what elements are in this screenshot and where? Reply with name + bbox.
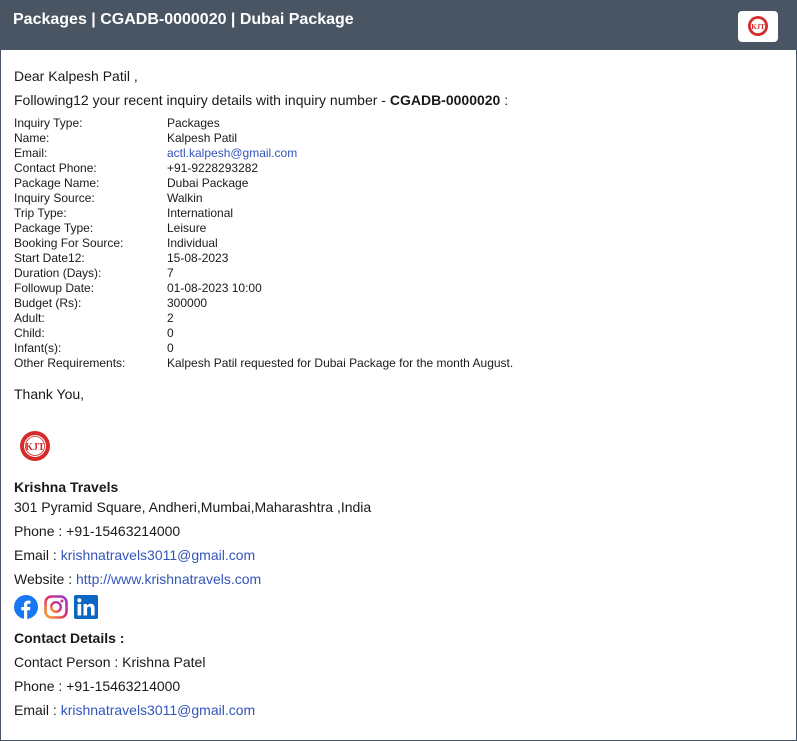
intro-suffix: :	[500, 92, 509, 108]
detail-row: Budget (Rs): 300000	[14, 296, 513, 311]
detail-row: Child: 0	[14, 326, 513, 341]
detail-row: Other Requirements: Kalpesh Patil request…	[14, 356, 513, 371]
company-phone: +91-15463214000	[66, 523, 181, 539]
company-website-label: Website :	[14, 571, 76, 587]
detail-row: Package Type: Leisure	[14, 221, 513, 236]
company-name: Krishna Travels	[14, 479, 119, 495]
detail-value: International	[167, 206, 234, 220]
detail-value: 7	[167, 266, 174, 280]
detail-row: Followup Date: 01-08-2023 10:00	[14, 281, 513, 296]
detail-value: 2	[167, 311, 174, 325]
logo-text: KJT	[25, 442, 45, 453]
detail-label: Followup Date:	[14, 281, 95, 295]
contact-details-title: Contact Details :	[14, 630, 125, 646]
contact-person-label: Contact Person :	[14, 654, 123, 670]
inquiry-number: CGADB-0000020	[389, 92, 501, 108]
contact-person: Krishna Patel	[122, 654, 206, 670]
detail-value: 0	[167, 341, 174, 355]
email-frame: Packages | CGADB-0000020 | Dubai Package…	[0, 0, 797, 741]
header-title: Packages | CGADB-0000020 | Dubai Package	[13, 11, 354, 28]
detail-value: Individual	[167, 236, 218, 250]
detail-row: Name: Kalpesh Patil	[14, 131, 513, 146]
detail-label: Budget (Rs):	[14, 296, 82, 310]
facebook-icon[interactable]	[14, 595, 38, 624]
contact-email-label: Email :	[14, 702, 61, 718]
detail-row: Package Name: Dubai Package	[14, 176, 513, 191]
company-address: 301 Pyramid Square, Andheri,Mumbai,Mahar…	[14, 499, 372, 515]
contact-phone: +91-15463214000	[66, 678, 181, 694]
detail-row: Infant(s): 0	[14, 341, 513, 356]
detail-row: Inquiry Source: Walkin	[14, 191, 513, 206]
contact-phone-line: Phone : +91-15463214000	[14, 677, 180, 695]
detail-label: Inquiry Type:	[14, 116, 83, 130]
detail-value: Packages	[167, 116, 220, 130]
detail-label: Package Type:	[14, 221, 94, 235]
detail-value: 15-08-2023	[167, 251, 229, 265]
detail-label: Booking For Source:	[14, 236, 124, 250]
company-email-line: Email : krishnatravels3011@gmail.com	[14, 546, 255, 564]
detail-row: Contact Phone: +91-9228293282	[14, 161, 513, 176]
contact-email-line: Email : krishnatravels3011@gmail.com	[14, 701, 255, 719]
detail-label: Infant(s):	[14, 341, 62, 355]
detail-label: Name:	[14, 131, 50, 145]
company-email-label: Email :	[14, 547, 61, 563]
detail-row: Start Date12: 15-08-2023	[14, 251, 513, 266]
inquiry-details-table: Inquiry Type: Packages Name: Kalpesh Patil E…	[14, 116, 513, 371]
detail-value: 300000	[167, 296, 208, 310]
detail-label: Adult:	[14, 311, 45, 325]
detail-label: Other Requirements:	[14, 356, 126, 370]
kjt-logo-icon: KJT	[748, 16, 768, 36]
detail-row: Trip Type: International	[14, 206, 513, 221]
detail-label: Contact Phone:	[14, 161, 97, 175]
detail-email-link[interactable]: actl.kalpesh@gmail.com	[167, 146, 297, 160]
detail-label: Child:	[14, 326, 45, 340]
company-phone-label: Phone :	[14, 523, 67, 539]
linkedin-icon[interactable]	[74, 595, 98, 624]
kjt-logo-icon: KJT	[20, 431, 50, 461]
thanks-text: Thank You,	[14, 386, 85, 402]
detail-row: Email: actl.kalpesh@gmail.com	[14, 146, 513, 161]
detail-value: Kalpesh Patil requested for Dubai Packag…	[167, 356, 514, 370]
intro-prefix: Following12 your recent inquiry details …	[14, 92, 390, 108]
intro-line: Following12 your recent inquiry details …	[14, 91, 508, 109]
contact-phone-label: Phone :	[14, 678, 67, 694]
detail-value: Leisure	[167, 221, 207, 235]
detail-value: +91-9228293282	[167, 161, 259, 175]
company-email-link[interactable]: krishnatravels3011@gmail.com	[61, 547, 255, 563]
detail-label: Start Date12:	[14, 251, 85, 265]
company-website-line: Website : http://www.krishnatravels.com	[14, 570, 261, 588]
detail-label: Email:	[14, 146, 48, 160]
instagram-icon[interactable]	[44, 595, 68, 624]
detail-row: Duration (Days): 7	[14, 266, 513, 281]
detail-row: Adult: 2	[14, 311, 513, 326]
detail-label: Trip Type:	[14, 206, 67, 220]
detail-row: Booking For Source: Individual	[14, 236, 513, 251]
greeting: Dear Kalpesh Patil ,	[14, 68, 138, 84]
detail-label: Inquiry Source:	[14, 191, 95, 205]
company-logo: KJT	[19, 430, 51, 467]
email-header: Packages | CGADB-0000020 | Dubai Package…	[1, 1, 796, 50]
company-website-link[interactable]: http://www.krishnatravels.com	[76, 571, 261, 587]
detail-label: Duration (Days):	[14, 266, 102, 280]
detail-value: Kalpesh Patil	[167, 131, 238, 145]
header-logo: KJT	[738, 11, 778, 42]
company-phone-line: Phone : +91-15463214000	[14, 522, 180, 540]
contact-person-line: Contact Person : Krishna Patel	[14, 653, 205, 671]
detail-value: Dubai Package	[167, 176, 249, 190]
logo-text: KJT	[751, 23, 765, 31]
detail-row: Inquiry Type: Packages	[14, 116, 513, 131]
detail-value: 0	[167, 326, 174, 340]
contact-email-link[interactable]: krishnatravels3011@gmail.com	[61, 702, 255, 718]
detail-label: Package Name:	[14, 176, 100, 190]
detail-value: 01-08-2023 10:00	[167, 281, 262, 295]
detail-value: Walkin	[167, 191, 203, 205]
detail-value: actl.kalpesh@gmail.com	[167, 146, 513, 161]
